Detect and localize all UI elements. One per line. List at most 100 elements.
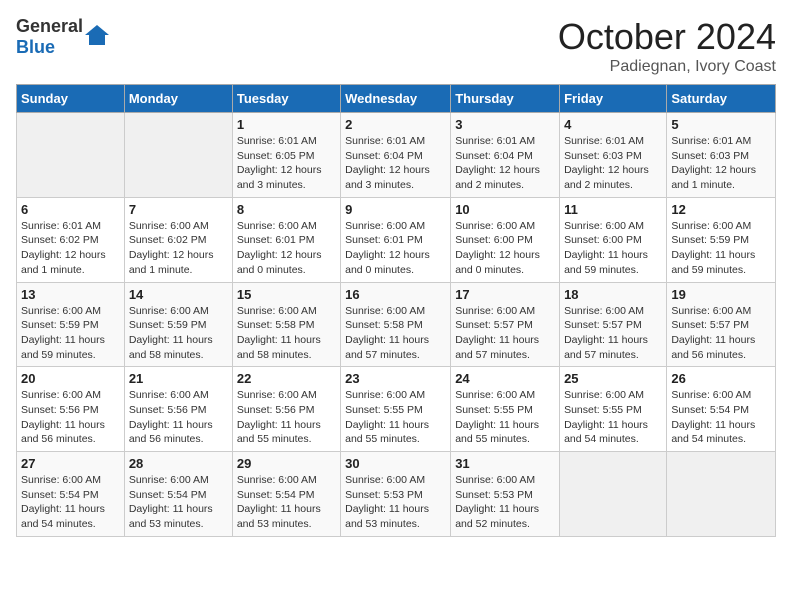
day-info: Sunrise: 6:00 AM Sunset: 5:54 PM Dayligh… (237, 473, 336, 532)
day-info: Sunrise: 6:00 AM Sunset: 5:59 PM Dayligh… (671, 219, 771, 278)
week-row-3: 13 Sunrise: 6:00 AM Sunset: 5:59 PM Dayli… (17, 282, 776, 367)
day-number: 14 (129, 287, 228, 302)
day-info: Sunrise: 6:01 AM Sunset: 6:02 PM Dayligh… (21, 219, 120, 278)
day-info: Sunrise: 6:00 AM Sunset: 5:56 PM Dayligh… (237, 388, 336, 447)
day-info: Sunrise: 6:00 AM Sunset: 5:57 PM Dayligh… (671, 304, 771, 363)
day-number: 26 (671, 371, 771, 386)
weekday-header-tuesday: Tuesday (232, 85, 340, 113)
day-info: Sunrise: 6:00 AM Sunset: 5:58 PM Dayligh… (237, 304, 336, 363)
weekday-header-row: SundayMondayTuesdayWednesdayThursdayFrid… (17, 85, 776, 113)
day-number: 20 (21, 371, 120, 386)
day-cell-18: 18 Sunrise: 6:00 AM Sunset: 5:57 PM Dayli… (560, 282, 667, 367)
day-number: 31 (455, 456, 555, 471)
day-info: Sunrise: 6:00 AM Sunset: 5:59 PM Dayligh… (129, 304, 228, 363)
logo-blue: Blue (16, 37, 55, 57)
day-info: Sunrise: 6:00 AM Sunset: 5:59 PM Dayligh… (21, 304, 120, 363)
logo-general: General (16, 16, 83, 36)
day-cell-23: 23Sunrise: 6:00 AM Sunset: 5:55 PM Dayli… (341, 367, 451, 452)
day-cell-13: 13 Sunrise: 6:00 AM Sunset: 5:59 PM Dayli… (17, 282, 125, 367)
day-info: Sunrise: 6:00 AM Sunset: 5:54 PM Dayligh… (21, 473, 120, 532)
day-number: 19 (671, 287, 771, 302)
day-cell-16: 16 Sunrise: 6:00 AM Sunset: 5:58 PM Dayli… (341, 282, 451, 367)
day-number: 25 (564, 371, 662, 386)
empty-cell (17, 113, 125, 198)
location-title: Padiegnan, Ivory Coast (558, 58, 776, 76)
page-header: General Blue October 2024 Padiegnan, Ivo… (16, 16, 776, 76)
day-info: Sunrise: 6:00 AM Sunset: 5:55 PM Dayligh… (455, 388, 555, 447)
day-info: Sunrise: 6:00 AM Sunset: 5:57 PM Dayligh… (564, 304, 662, 363)
logo-text: General Blue (16, 16, 83, 58)
day-info: Sunrise: 6:01 AM Sunset: 6:03 PM Dayligh… (564, 134, 662, 193)
day-number: 10 (455, 202, 555, 217)
month-title: October 2024 (558, 16, 776, 58)
day-cell-3: 3 Sunrise: 6:01 AM Sunset: 6:04 PM Daylig… (451, 113, 560, 198)
day-cell-20: 20 Sunrise: 6:00 AM Sunset: 5:56 PM Dayli… (17, 367, 125, 452)
day-cell-12: 12 Sunrise: 6:00 AM Sunset: 5:59 PM Dayli… (667, 197, 776, 282)
day-cell-15: 15 Sunrise: 6:00 AM Sunset: 5:58 PM Dayli… (232, 282, 340, 367)
weekday-header-friday: Friday (560, 85, 667, 113)
weekday-header-thursday: Thursday (451, 85, 560, 113)
day-number: 6 (21, 202, 120, 217)
day-number: 15 (237, 287, 336, 302)
day-info: Sunrise: 6:00 AM Sunset: 6:00 PM Dayligh… (455, 219, 555, 278)
day-cell-26: 26 Sunrise: 6:00 AM Sunset: 5:54 PM Dayli… (667, 367, 776, 452)
day-cell-2: 2 Sunrise: 6:01 AM Sunset: 6:04 PM Daylig… (341, 113, 451, 198)
day-cell-9: 9Sunrise: 6:00 AM Sunset: 6:01 PM Daylig… (341, 197, 451, 282)
day-cell-21: 21 Sunrise: 6:00 AM Sunset: 5:56 PM Dayli… (124, 367, 232, 452)
day-number: 7 (129, 202, 228, 217)
day-info: Sunrise: 6:00 AM Sunset: 5:58 PM Dayligh… (345, 304, 446, 363)
day-number: 29 (237, 456, 336, 471)
day-number: 22 (237, 371, 336, 386)
day-info: Sunrise: 6:00 AM Sunset: 5:53 PM Dayligh… (455, 473, 555, 532)
week-row-5: 27 Sunrise: 6:00 AM Sunset: 5:54 PM Dayli… (17, 452, 776, 537)
day-cell-14: 14 Sunrise: 6:00 AM Sunset: 5:59 PM Dayli… (124, 282, 232, 367)
day-number: 11 (564, 202, 662, 217)
day-info: Sunrise: 6:01 AM Sunset: 6:04 PM Dayligh… (455, 134, 555, 193)
day-info: Sunrise: 6:00 AM Sunset: 5:54 PM Dayligh… (671, 388, 771, 447)
day-number: 1 (237, 117, 336, 132)
day-number: 3 (455, 117, 555, 132)
empty-cell (667, 452, 776, 537)
day-number: 17 (455, 287, 555, 302)
day-cell-31: 31 Sunrise: 6:00 AM Sunset: 5:53 PM Dayli… (451, 452, 560, 537)
day-info: Sunrise: 6:00 AM Sunset: 6:02 PM Dayligh… (129, 219, 228, 278)
day-cell-11: 11 Sunrise: 6:00 AM Sunset: 6:00 PM Dayli… (560, 197, 667, 282)
day-number: 12 (671, 202, 771, 217)
day-cell-30: 30Sunrise: 6:00 AM Sunset: 5:53 PM Dayli… (341, 452, 451, 537)
day-info: Sunrise: 6:00 AM Sunset: 6:00 PM Dayligh… (564, 219, 662, 278)
day-number: 8 (237, 202, 336, 217)
week-row-1: 1Sunrise: 6:01 AM Sunset: 6:05 PM Daylig… (17, 113, 776, 198)
day-cell-6: 6 Sunrise: 6:01 AM Sunset: 6:02 PM Daylig… (17, 197, 125, 282)
day-cell-10: 10 Sunrise: 6:00 AM Sunset: 6:00 PM Dayli… (451, 197, 560, 282)
day-info: Sunrise: 6:00 AM Sunset: 6:01 PM Dayligh… (345, 219, 446, 278)
day-info: Sunrise: 6:01 AM Sunset: 6:04 PM Dayligh… (345, 134, 446, 193)
day-number: 5 (671, 117, 771, 132)
week-row-2: 6 Sunrise: 6:01 AM Sunset: 6:02 PM Daylig… (17, 197, 776, 282)
weekday-header-monday: Monday (124, 85, 232, 113)
day-info: Sunrise: 6:00 AM Sunset: 5:55 PM Dayligh… (564, 388, 662, 447)
day-cell-24: 24Sunrise: 6:00 AM Sunset: 5:55 PM Dayli… (451, 367, 560, 452)
day-cell-19: 19 Sunrise: 6:00 AM Sunset: 5:57 PM Dayli… (667, 282, 776, 367)
day-cell-27: 27 Sunrise: 6:00 AM Sunset: 5:54 PM Dayli… (17, 452, 125, 537)
week-row-4: 20 Sunrise: 6:00 AM Sunset: 5:56 PM Dayli… (17, 367, 776, 452)
day-number: 2 (345, 117, 446, 132)
day-info: Sunrise: 6:00 AM Sunset: 5:57 PM Dayligh… (455, 304, 555, 363)
day-number: 13 (21, 287, 120, 302)
day-number: 28 (129, 456, 228, 471)
day-number: 18 (564, 287, 662, 302)
day-number: 27 (21, 456, 120, 471)
day-cell-5: 5Sunrise: 6:01 AM Sunset: 6:03 PM Daylig… (667, 113, 776, 198)
day-info: Sunrise: 6:00 AM Sunset: 5:56 PM Dayligh… (129, 388, 228, 447)
day-info: Sunrise: 6:00 AM Sunset: 5:54 PM Dayligh… (129, 473, 228, 532)
weekday-header-sunday: Sunday (17, 85, 125, 113)
day-cell-8: 8Sunrise: 6:00 AM Sunset: 6:01 PM Daylig… (232, 197, 340, 282)
empty-cell (560, 452, 667, 537)
day-info: Sunrise: 6:00 AM Sunset: 5:56 PM Dayligh… (21, 388, 120, 447)
day-cell-29: 29 Sunrise: 6:00 AM Sunset: 5:54 PM Dayli… (232, 452, 340, 537)
day-cell-4: 4Sunrise: 6:01 AM Sunset: 6:03 PM Daylig… (560, 113, 667, 198)
day-cell-25: 25 Sunrise: 6:00 AM Sunset: 5:55 PM Dayli… (560, 367, 667, 452)
day-number: 21 (129, 371, 228, 386)
weekday-header-saturday: Saturday (667, 85, 776, 113)
day-number: 16 (345, 287, 446, 302)
day-info: Sunrise: 6:00 AM Sunset: 5:53 PM Dayligh… (345, 473, 446, 532)
